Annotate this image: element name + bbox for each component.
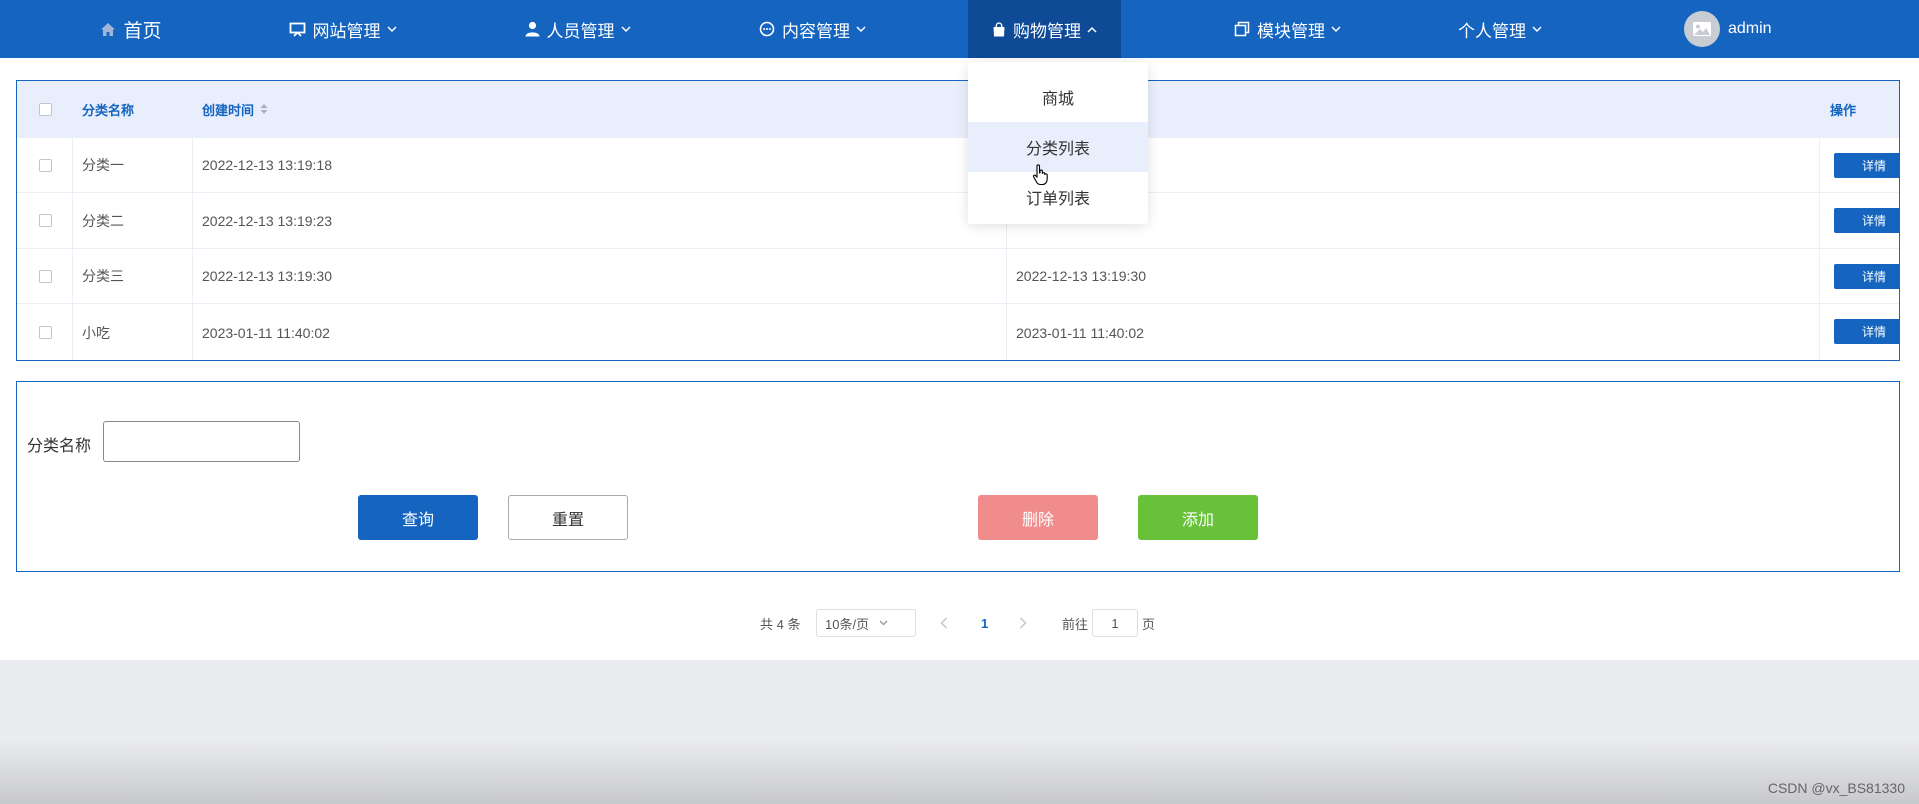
category-name-input[interactable] bbox=[103, 421, 300, 462]
top-nav: 首页 网站管理 人员管理 内容管理 购物管理 模块管理 个人管理 admin bbox=[0, 0, 1919, 58]
select-all-checkbox[interactable] bbox=[38, 102, 52, 116]
category-name-label: 分类名称 bbox=[27, 438, 92, 455]
nav-module-label: 模块管理 bbox=[1257, 21, 1325, 41]
row-checkbox[interactable] bbox=[38, 158, 52, 172]
row-category-name: 分类三 bbox=[82, 268, 124, 284]
header-action: 操作 bbox=[1830, 102, 1857, 118]
chevron-down-icon bbox=[856, 25, 866, 33]
row-created-time: 2022-12-13 13:19:18 bbox=[202, 157, 332, 173]
row-updated-time: 2022-12-13 13:19:30 bbox=[1016, 268, 1146, 284]
table-row: 分类三 2022-12-13 13:19:30 2022-12-13 13:19… bbox=[17, 249, 1899, 304]
row-created-time: 2022-12-13 13:19:23 bbox=[202, 212, 332, 229]
presentation-icon bbox=[289, 22, 306, 37]
avatar bbox=[1684, 11, 1720, 47]
row-created-time: 2022-12-13 13:19:30 bbox=[202, 268, 332, 284]
watermark: CSDN @vx_BS81330 bbox=[1767, 780, 1905, 796]
page-size-select[interactable]: 10条/页 bbox=[816, 609, 916, 637]
user-menu[interactable]: admin bbox=[1684, 11, 1772, 47]
nav-personnel-management[interactable]: 人员管理 bbox=[515, 0, 640, 58]
nav-personal-label: 个人管理 bbox=[1458, 21, 1526, 41]
row-category-name: 分类二 bbox=[82, 212, 124, 229]
copy-icon bbox=[1234, 21, 1250, 37]
delete-button[interactable]: 删除 bbox=[978, 495, 1098, 540]
nav-content-label: 内容管理 bbox=[782, 21, 850, 41]
row-category-name: 分类一 bbox=[82, 157, 124, 173]
nav-website-label: 网站管理 bbox=[312, 21, 381, 41]
row-checkbox[interactable] bbox=[38, 326, 52, 339]
nav-home[interactable]: 首页 bbox=[96, 0, 166, 58]
menu-item-mall[interactable]: 商城 bbox=[968, 72, 1148, 122]
chevron-down-icon bbox=[1532, 25, 1542, 33]
home-icon bbox=[100, 22, 116, 37]
goto-prefix: 前往 bbox=[1062, 616, 1089, 632]
hand-cursor-icon bbox=[1032, 164, 1050, 186]
row-created-time: 2023-01-11 11:40:02 bbox=[202, 324, 330, 341]
nav-website-management[interactable]: 网站管理 bbox=[280, 0, 405, 58]
detail-button[interactable]: 详情 bbox=[1834, 208, 1899, 233]
footer-area: CSDN @vx_BS81330 bbox=[0, 660, 1919, 804]
detail-button[interactable]: 详情 bbox=[1834, 153, 1899, 178]
page-size-value: 10条/页 bbox=[825, 616, 870, 632]
next-page-icon[interactable] bbox=[1019, 608, 1027, 638]
row-updated-time: 2023-01-11 11:40:02 bbox=[1016, 324, 1144, 341]
table-header: 分类名称 创建时间 操作 bbox=[17, 81, 1899, 138]
detail-button[interactable]: 详情 bbox=[1834, 264, 1899, 289]
page-number-current[interactable]: 1 bbox=[981, 608, 988, 638]
shopping-dropdown-menu: 商城 分类列表 订单列表 bbox=[968, 62, 1148, 224]
chevron-down-icon bbox=[620, 25, 631, 33]
category-table: 分类名称 创建时间 操作 分类一 2022-12-13 13:19:18 详情 … bbox=[16, 80, 1900, 361]
menu-item-category-list[interactable]: 分类列表 bbox=[968, 122, 1148, 172]
chevron-down-icon bbox=[386, 25, 397, 33]
comment-icon bbox=[759, 21, 775, 37]
header-category-name: 分类名称 bbox=[82, 102, 135, 118]
nav-personal-management[interactable]: 个人管理 bbox=[1455, 0, 1545, 58]
nav-shopping-label: 购物管理 bbox=[1013, 21, 1081, 41]
pagination-total: 共 4 条 bbox=[760, 616, 801, 632]
nav-shopping-management[interactable]: 购物管理 bbox=[968, 0, 1121, 58]
header-created-label: 创建时间 bbox=[202, 102, 255, 118]
nav-personnel-label: 人员管理 bbox=[546, 21, 615, 41]
pagination: 共 4 条 10条/页 1 前往 1 页 bbox=[0, 608, 1919, 638]
add-button[interactable]: 添加 bbox=[1138, 495, 1258, 540]
search-form: 分类名称 查询 重置 删除 添加 bbox=[16, 381, 1900, 572]
goto-suffix: 页 bbox=[1142, 616, 1156, 632]
prev-page-icon[interactable] bbox=[940, 608, 948, 638]
header-created-time[interactable]: 创建时间 bbox=[202, 81, 268, 137]
user-icon bbox=[525, 21, 540, 37]
nav-content-management[interactable]: 内容管理 bbox=[750, 0, 875, 58]
shopping-bag-icon bbox=[992, 21, 1006, 37]
table-row: 分类一 2022-12-13 13:19:18 详情 bbox=[17, 138, 1899, 193]
nav-module-management[interactable]: 模块管理 bbox=[1225, 0, 1350, 58]
detail-button[interactable]: 详情 bbox=[1834, 319, 1899, 344]
row-category-name: 小吃 bbox=[82, 324, 110, 341]
nav-home-label: 首页 bbox=[123, 20, 162, 42]
query-button[interactable]: 查询 bbox=[358, 495, 478, 540]
chevron-down-icon bbox=[1331, 25, 1341, 33]
menu-item-order-list[interactable]: 订单列表 bbox=[968, 172, 1148, 222]
chevron-up-icon bbox=[1087, 26, 1097, 33]
row-checkbox[interactable] bbox=[38, 269, 52, 283]
chevron-down-icon bbox=[879, 620, 888, 626]
goto-page-input[interactable]: 1 bbox=[1092, 609, 1138, 637]
table-row: 小吃 2023-01-11 11:40:02 2023-01-11 11:40:… bbox=[17, 304, 1899, 360]
reset-button[interactable]: 重置 bbox=[508, 495, 628, 540]
table-row: 分类二 2022-12-13 13:19:23 详情 bbox=[17, 193, 1899, 249]
username: admin bbox=[1728, 20, 1772, 37]
row-checkbox[interactable] bbox=[38, 214, 52, 227]
sort-icon[interactable] bbox=[260, 103, 268, 115]
image-icon bbox=[1693, 22, 1711, 36]
